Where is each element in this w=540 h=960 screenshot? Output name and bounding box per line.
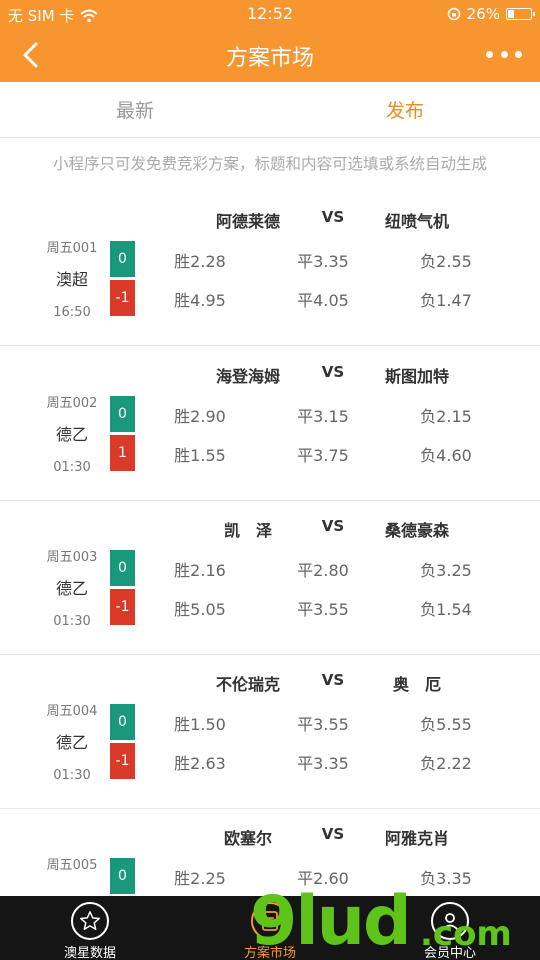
odds-draw[interactable]: 平3.75 — [263, 442, 383, 466]
nav-bar: 方案市场 — [0, 28, 540, 82]
match-teams: 不伦瑞克 VS 奥 厄 — [0, 671, 540, 694]
match-code: 周五005 — [46, 858, 98, 873]
match-code: 周五001 — [46, 241, 98, 256]
odds-lose[interactable]: 负1.54 — [386, 596, 506, 620]
match-teams: 阿德莱德 VS 纽喷气机 — [0, 208, 540, 231]
match-teams: 凯 泽 VS 桑德豪森 — [0, 517, 540, 540]
odds-draw[interactable]: 平2.80 — [263, 557, 383, 581]
more-dot-icon — [486, 50, 493, 58]
match-code: 周五002 — [46, 396, 98, 411]
handicap-badge: 0 — [110, 858, 135, 894]
odds-draw[interactable]: 平3.55 — [263, 596, 383, 620]
match-info: 周五001 澳超 16:50 — [30, 238, 114, 324]
home-team: 不伦瑞克 — [215, 675, 280, 694]
odds-draw[interactable]: 平3.15 — [263, 403, 383, 427]
odds-lose[interactable]: 负2.15 — [386, 403, 506, 427]
match-code: 周五003 — [46, 550, 98, 565]
match-card: 不伦瑞克 VS 奥 厄 周五004 德乙 01:30 0 -1 胜1.50 平3… — [0, 655, 540, 809]
handicap-badge: 1 — [110, 435, 135, 471]
status-bar: 无 SIM 卡 12:52 26% — [0, 0, 540, 28]
odds-lose[interactable]: 负4.60 — [386, 442, 506, 466]
handicap-badge: 0 — [110, 241, 135, 277]
page-title: 方案市场 — [225, 46, 314, 71]
more-dot-icon — [515, 50, 522, 58]
match-time: 01:30 — [53, 460, 91, 475]
match-info: 周五004 德乙 01:30 — [30, 701, 114, 787]
match-code: 周五004 — [46, 704, 98, 719]
more-dot-icon — [500, 50, 508, 58]
handicap-badge: -1 — [110, 280, 135, 316]
odds-win[interactable]: 胜4.95 — [140, 287, 260, 311]
odds-lose[interactable]: 负2.55 — [386, 248, 506, 272]
odds-win[interactable]: 胜2.16 — [140, 557, 260, 581]
vs-label: VS — [321, 208, 345, 226]
handicap-badge: 0 — [110, 550, 135, 586]
away-team: 斯图加特 — [384, 367, 449, 386]
odds-lose[interactable]: 负2.22 — [386, 750, 506, 774]
home-team: 海登海姆 — [215, 367, 280, 386]
tab-latest[interactable]: 最新 — [0, 82, 270, 137]
status-right: 26% — [447, 5, 535, 23]
match-card: 阿德莱德 VS 纽喷气机 周五001 澳超 16:50 0 -1 胜2.28 平… — [0, 192, 540, 346]
rotation-lock-icon — [447, 7, 460, 21]
match-time: 01:30 — [53, 614, 91, 629]
home-team: 欧塞尔 — [223, 829, 272, 848]
odds-lose[interactable]: 负1.47 — [386, 287, 506, 311]
more-button[interactable] — [486, 44, 522, 64]
handicap-badge: -1 — [110, 589, 135, 625]
match-card: 海登海姆 VS 斯图加特 周五002 德乙 01:30 0 1 胜2.90 平3… — [0, 347, 540, 501]
tab-bar: 最新 发布 — [0, 82, 540, 138]
vs-label: VS — [321, 363, 345, 381]
away-team: 纽喷气机 — [384, 212, 449, 231]
league-name: 德乙 — [55, 579, 88, 598]
match-teams: 海登海姆 VS 斯图加特 — [0, 363, 540, 386]
watermark-text: 9lud — [250, 882, 412, 960]
league-name: 澳超 — [55, 270, 88, 289]
vs-label: VS — [321, 671, 345, 689]
star-icon — [71, 902, 109, 940]
watermark-logo: 9lud .com — [250, 882, 520, 960]
odds-draw[interactable]: 平4.05 — [263, 287, 383, 311]
odds-win[interactable]: 胜1.50 — [140, 711, 260, 735]
home-team: 凯 泽 — [223, 521, 272, 540]
vs-label: VS — [321, 825, 345, 843]
battery-icon — [506, 8, 535, 20]
tab-publish[interactable]: 发布 — [270, 82, 540, 137]
league-name: 德乙 — [55, 733, 88, 752]
odds-win[interactable]: 胜2.28 — [140, 248, 260, 272]
odds-win[interactable]: 胜2.25 — [140, 865, 260, 889]
handicap-badge: 0 — [110, 704, 135, 740]
away-team: 阿雅克肖 — [384, 829, 449, 848]
match-time: 16:50 — [53, 305, 91, 320]
odds-draw[interactable]: 平3.35 — [263, 248, 383, 272]
odds-lose[interactable]: 负5.55 — [386, 711, 506, 735]
match-time: 01:30 — [53, 768, 91, 783]
league-name: 德乙 — [55, 425, 88, 444]
match-info: 周五002 德乙 01:30 — [30, 393, 114, 479]
home-team: 阿德莱德 — [215, 212, 280, 231]
match-info: 周五003 德乙 01:30 — [30, 547, 114, 633]
match-info: 周五005 — [30, 855, 114, 877]
handicap-badge: 0 — [110, 396, 135, 432]
odds-win[interactable]: 胜1.55 — [140, 442, 260, 466]
away-team: 奥 厄 — [392, 675, 441, 694]
vs-label: VS — [321, 517, 345, 535]
odds-win[interactable]: 胜2.90 — [140, 403, 260, 427]
odds-draw[interactable]: 平3.35 — [263, 750, 383, 774]
battery-percent: 26% — [466, 5, 500, 23]
away-team: 桑德豪森 — [384, 521, 449, 540]
handicap-badge: -1 — [110, 743, 135, 779]
notice-text: 小程序只可发免费竞彩方案，标题和内容可选填或系统自动生成 — [52, 155, 487, 173]
odds-lose[interactable]: 负3.25 — [386, 557, 506, 581]
odds-draw[interactable]: 平3.55 — [263, 711, 383, 735]
odds-win[interactable]: 胜5.05 — [140, 596, 260, 620]
bottom-nav-label: 澳星数据 — [63, 946, 116, 960]
match-card: 凯 泽 VS 桑德豪森 周五003 德乙 01:30 0 -1 胜2.16 平2… — [0, 501, 540, 655]
odds-win[interactable]: 胜2.63 — [140, 750, 260, 774]
match-teams: 欧塞尔 VS 阿雅克肖 — [0, 825, 540, 848]
watermark-suffix: .com — [420, 914, 512, 954]
bottom-nav-data[interactable]: 澳星数据 — [30, 896, 150, 960]
